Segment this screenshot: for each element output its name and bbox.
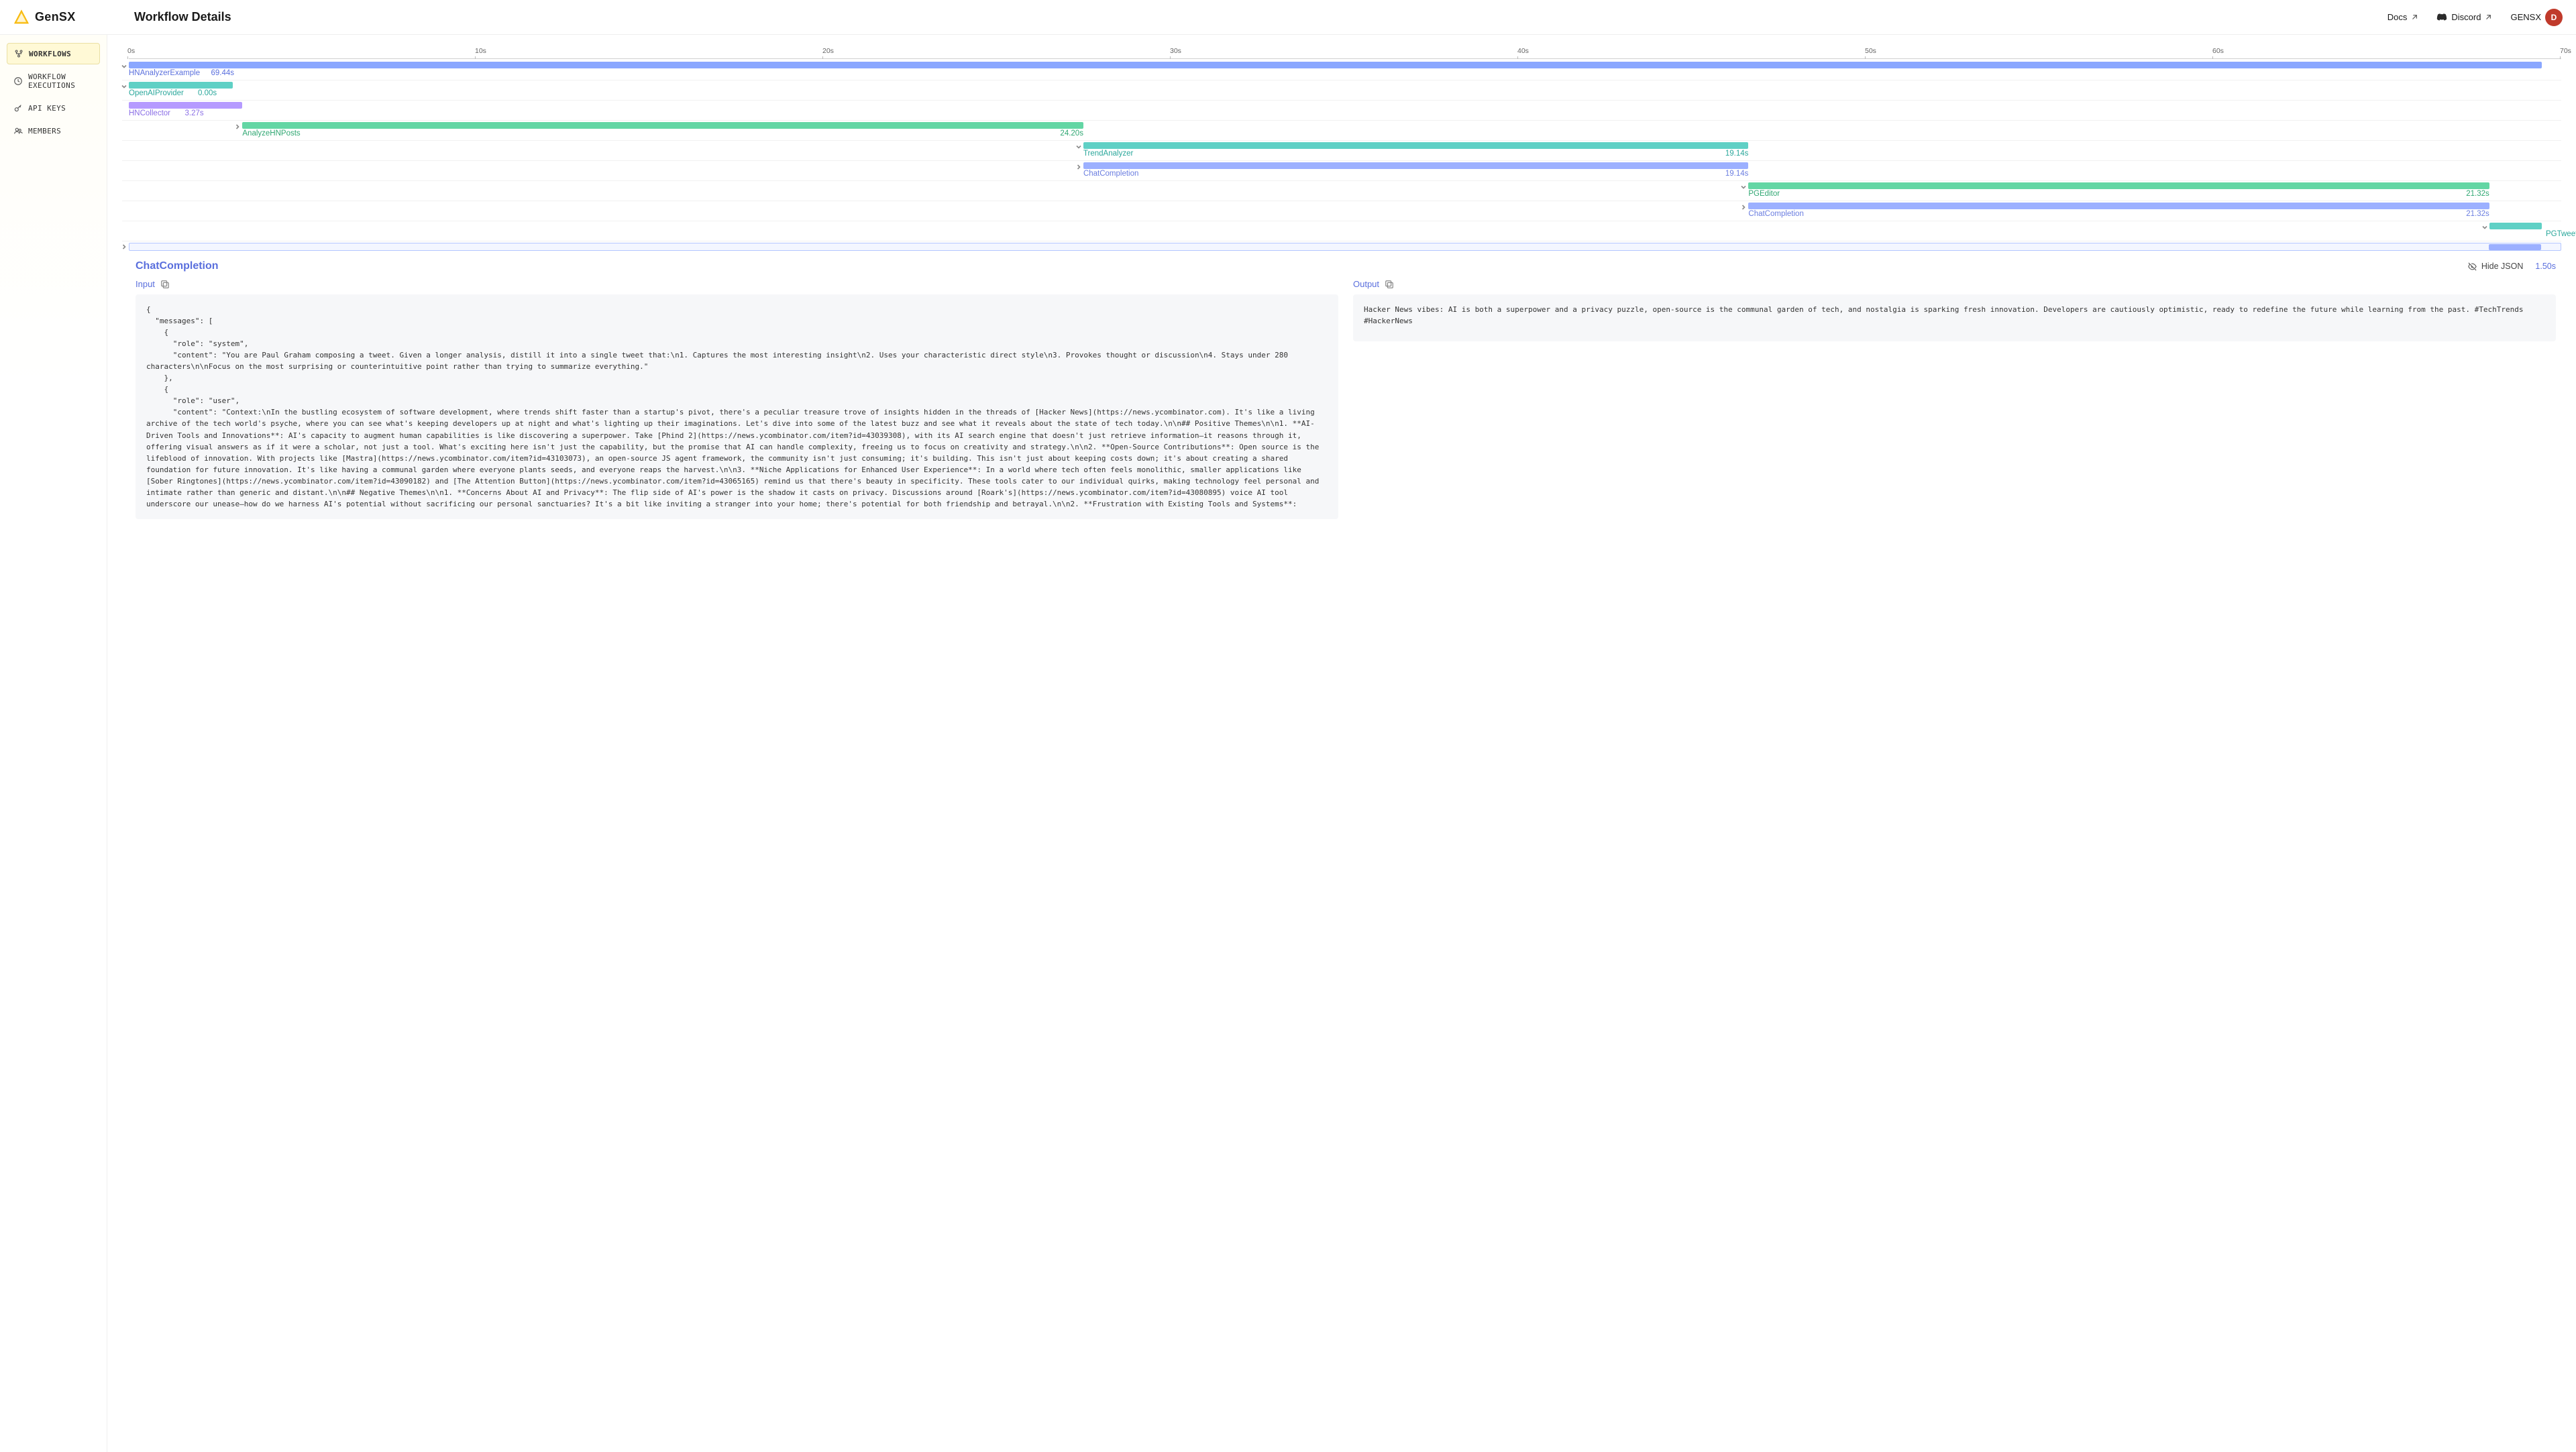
sidebar-item-workflow-executions[interactable]: WORKFLOW EXECUTIONS: [7, 67, 100, 95]
timeline: 0s10s20s30s40s50s60s70s HNAnalyzerExampl…: [122, 47, 2561, 251]
details-duration: 1.50s: [2535, 262, 2556, 271]
span-duration: 0.00s: [198, 89, 217, 97]
avatar[interactable]: D: [2545, 9, 2563, 26]
span-bar[interactable]: [1083, 142, 1748, 149]
chevron-right-icon[interactable]: [233, 122, 242, 131]
span-duration: 21.32s: [2466, 210, 2489, 218]
input-column: Input { "messages": [ { "role": "system"…: [136, 279, 1338, 519]
span-duration: 19.14s: [1725, 170, 1749, 178]
span-bar[interactable]: [1748, 182, 2489, 189]
sidebar: WORKFLOWS WORKFLOW EXECUTIONS API KEYS MEMB…: [0, 35, 107, 1452]
copy-icon[interactable]: [1385, 280, 1394, 289]
span-duration: 24.20s: [1060, 129, 1083, 137]
span-name: HNAnalyzerExample: [129, 69, 200, 77]
span-row-trendanalyzer[interactable]: TrendAnalyzer 19.14s: [122, 141, 2561, 161]
span-name: PGEditor: [1748, 190, 1780, 198]
span-name: HNCollector: [129, 109, 170, 117]
logo-text: GenSX: [35, 10, 76, 24]
external-link-icon: [2485, 14, 2491, 21]
time-tick: 10s: [475, 47, 486, 55]
header-links: Docs Discord GENSX D: [2387, 9, 2563, 26]
span-row-openaiprovider[interactable]: OpenAIProvider 0.00s: [122, 80, 2561, 101]
span-duration: 19.14s: [1725, 150, 1749, 158]
span-row-selected[interactable]: [129, 243, 2561, 251]
span-bar[interactable]: [242, 122, 1083, 129]
sidebar-item-workflows[interactable]: WORKFLOWS: [7, 43, 100, 64]
time-tick: 0s: [127, 47, 135, 55]
input-json[interactable]: { "messages": [ { "role": "system", "con…: [136, 294, 1338, 519]
span-row-pgeditor[interactable]: PGEditor 21.32s: [122, 181, 2561, 201]
chevron-down-icon[interactable]: [2480, 223, 2489, 232]
discord-link[interactable]: Discord: [2436, 12, 2491, 22]
time-tick: 60s: [2212, 47, 2224, 55]
sidebar-item-members[interactable]: MEMBERS: [7, 121, 100, 141]
span-bar[interactable]: [129, 102, 242, 109]
docs-link[interactable]: Docs: [2387, 12, 2418, 22]
chevron-down-icon[interactable]: [119, 82, 129, 91]
span-name: ChatCompletion: [1083, 170, 1138, 178]
span-row-hnanalyzerexample[interactable]: HNAnalyzerExample 69.44s: [122, 60, 2561, 80]
span-bar[interactable]: [2489, 244, 2541, 250]
page-title: Workflow Details: [134, 10, 231, 24]
content: 0s 10s 20s 30s 40s 50s 60s 70s HNAnalyzerExampl…: [107, 35, 2576, 1452]
input-label: Input: [136, 279, 155, 289]
sidebar-item-label: API KEYS: [28, 104, 66, 113]
discord-icon: [2436, 13, 2447, 22]
span-bar[interactable]: [1748, 203, 2489, 209]
span-bar[interactable]: [1083, 162, 1748, 169]
external-link-icon: [2411, 14, 2418, 21]
time-tick: 40s: [1517, 47, 1529, 55]
sidebar-item-label: MEMBERS: [28, 127, 61, 135]
sidebar-item-label: WORKFLOW EXECUTIONS: [28, 72, 93, 90]
span-duration: 3.27s: [185, 109, 204, 117]
span-duration: 69.44s: [211, 69, 235, 77]
span-row-chatcompletion[interactable]: ChatCompletion 21.32s: [122, 201, 2561, 221]
output-json[interactable]: Hacker News vibes: AI is both a superpow…: [1353, 294, 2556, 341]
chevron-right-icon[interactable]: [120, 243, 129, 252]
output-column: Output Hacker News vibes: AI is both a s…: [1353, 279, 2556, 519]
logo-icon: [13, 9, 30, 25]
span-row-analyzehnposts[interactable]: AnalyzeHNPosts 24.20s: [122, 121, 2561, 141]
sidebar-item-label: WORKFLOWS: [29, 50, 71, 58]
chevron-down-icon[interactable]: [119, 62, 129, 71]
time-tick: 30s: [1170, 47, 1181, 55]
time-tick: 70s: [2560, 47, 2571, 55]
time-tick: 50s: [1865, 47, 1876, 55]
hide-json-toggle[interactable]: Hide JSON: [2467, 262, 2524, 272]
output-label: Output: [1353, 279, 1379, 289]
span-row-pgtweetwriter[interactable]: PGTweetWriter1.50s: [122, 221, 2561, 241]
span-duration: 21.32s: [2466, 190, 2489, 198]
span-bar[interactable]: [129, 62, 2542, 68]
span-row-chatcompletion[interactable]: ChatCompletion 19.14s: [122, 161, 2561, 181]
span-name: AnalyzeHNPosts: [242, 129, 300, 137]
logo[interactable]: GenSX: [13, 9, 121, 25]
chevron-down-icon[interactable]: [1739, 182, 1748, 192]
span-row-hncollector[interactable]: HNCollector 3.27s: [122, 101, 2561, 121]
eye-off-icon: [2467, 262, 2477, 272]
org-label: GENSX: [2510, 12, 2541, 22]
span-name: TrendAnalyzer: [1083, 150, 1133, 158]
sidebar-item-api-keys[interactable]: API KEYS: [7, 98, 100, 118]
chevron-right-icon[interactable]: [1739, 203, 1748, 212]
span-details-panel: ChatCompletion Hide JSON 1.50s Input: [122, 260, 2561, 519]
details-title: ChatCompletion: [136, 260, 219, 272]
time-tick: 20s: [822, 47, 834, 55]
copy-icon[interactable]: [160, 280, 170, 289]
org-switcher[interactable]: GENSX D: [2510, 9, 2563, 26]
time-axis: 0s10s20s30s40s50s60s70s: [129, 47, 2561, 59]
span-bar[interactable]: [129, 82, 233, 89]
span-name: ChatCompletion: [1748, 210, 1803, 218]
span-bar[interactable]: [2489, 223, 2542, 229]
chevron-right-icon[interactable]: [1074, 162, 1083, 172]
span-name: PGTweetWriter: [2546, 230, 2576, 238]
app-header: GenSX Workflow Details Docs Discord GENS…: [0, 0, 2576, 35]
docs-label: Docs: [2387, 12, 2408, 22]
discord-label: Discord: [2451, 12, 2481, 22]
chevron-down-icon[interactable]: [1074, 142, 1083, 152]
span-name: OpenAIProvider: [129, 89, 184, 97]
